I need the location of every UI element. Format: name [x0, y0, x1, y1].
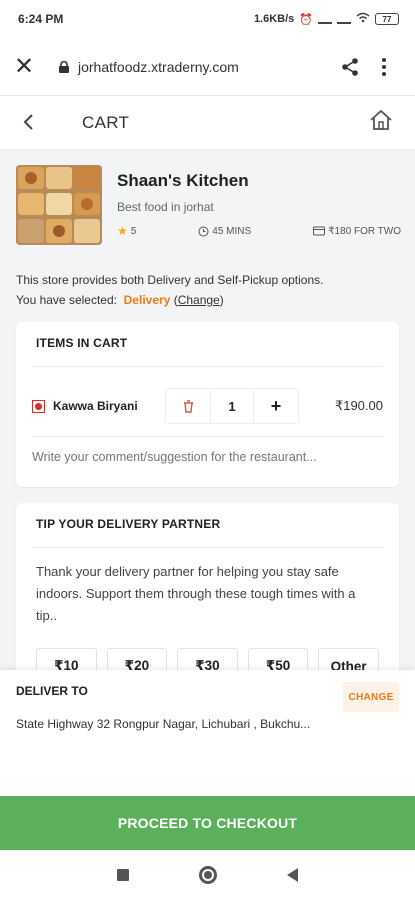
- recents-icon[interactable]: [117, 869, 129, 881]
- cart-item: Kawwa Biryani 1 + ₹190.00: [32, 384, 383, 428]
- star-icon: ★: [117, 224, 128, 238]
- restaurant-info: Shaan's Kitchen Best food in jorhat ★ 5 4…: [16, 165, 401, 255]
- network-speed: 1.6KB/s: [253, 13, 295, 25]
- more-menu-icon[interactable]: [367, 57, 401, 77]
- page-title: CART: [82, 112, 130, 132]
- wifi-icon: [356, 12, 370, 26]
- delivery-options-text: This store provides both Delivery and Se…: [16, 273, 324, 287]
- wallet-icon: [313, 226, 326, 236]
- app-header: CART: [0, 96, 415, 150]
- delete-item-icon[interactable]: [166, 389, 210, 423]
- restaurant-tagline: Best food in jorhat: [117, 200, 214, 214]
- delivery-time: 45 MINS: [198, 224, 251, 238]
- alarm-icon: ⏰: [299, 13, 313, 26]
- url-text[interactable]: jorhatfoodz.xtraderny.com: [78, 59, 333, 75]
- restaurant-image: [16, 165, 102, 245]
- cost-for-two: ₹180 FOR TWO: [313, 224, 401, 238]
- selected-prefix: You have selected:: [16, 293, 117, 307]
- change-close-paren: ): [219, 293, 224, 307]
- back-arrow-icon[interactable]: [22, 107, 82, 138]
- share-icon[interactable]: [333, 57, 367, 77]
- close-icon[interactable]: ✕: [14, 52, 44, 81]
- tip-description: Thank your delivery partner for helping …: [36, 564, 356, 623]
- item-price: ₹190.00: [334, 398, 383, 413]
- back-nav-icon[interactable]: [287, 868, 298, 882]
- comment-input[interactable]: [32, 450, 383, 464]
- status-icons: 1.6KB/s ⏰ 77: [254, 12, 399, 26]
- lock-icon: [59, 60, 69, 73]
- cart-card: ITEMS IN CART Kawwa Biryani 1 + ₹190.00: [16, 322, 399, 487]
- change-address-button[interactable]: CHANGE: [343, 682, 399, 712]
- home-icon[interactable]: [369, 109, 393, 136]
- rating: ★ 5: [117, 224, 136, 238]
- change-mode-link[interactable]: Change: [178, 293, 220, 307]
- selected-mode: Delivery: [123, 293, 171, 307]
- signal-icon-2: [337, 14, 351, 24]
- divider: [32, 366, 383, 367]
- home-button-icon[interactable]: [199, 866, 217, 884]
- status-time: 6:24 PM: [18, 12, 64, 26]
- deliver-to-title: DELIVER TO: [16, 684, 88, 698]
- deliver-to-sheet: DELIVER TO CHANGE State Highway 32 Rongp…: [0, 670, 415, 796]
- cart-title: ITEMS IN CART: [36, 336, 128, 350]
- increment-button[interactable]: +: [254, 389, 298, 423]
- proceed-to-checkout-button[interactable]: PROCEED TO CHECKOUT: [0, 796, 415, 850]
- status-bar: 6:24 PM 1.6KB/s ⏰ 77: [0, 0, 415, 38]
- browser-bar: ✕ jorhatfoodz.xtraderny.com: [0, 38, 415, 96]
- divider: [32, 436, 383, 437]
- cost-value: ₹180 FOR TWO: [328, 225, 401, 237]
- rating-value: 5: [130, 225, 137, 237]
- delivery-time-value: 45 MINS: [212, 225, 252, 237]
- quantity-stepper: 1 +: [165, 388, 299, 424]
- tip-title: TIP YOUR DELIVERY PARTNER: [36, 517, 221, 531]
- signal-icon: [318, 14, 332, 24]
- nonveg-marker-icon: [32, 399, 45, 413]
- system-nav-bar: [0, 850, 415, 900]
- battery-icon: 77: [375, 13, 399, 25]
- item-quantity: 1: [210, 389, 254, 423]
- restaurant-name: Shaan's Kitchen: [117, 171, 249, 190]
- delivery-options-note: This store provides both Delivery and Se…: [16, 270, 323, 310]
- clock-icon: [198, 226, 209, 236]
- tip-card: TIP YOUR DELIVERY PARTNER Thank your del…: [16, 503, 399, 693]
- divider: [32, 547, 383, 548]
- delivery-address: State Highway 32 Rongpur Nagar, Lichubar…: [16, 717, 311, 731]
- item-name: Kawwa Biryani: [53, 399, 138, 413]
